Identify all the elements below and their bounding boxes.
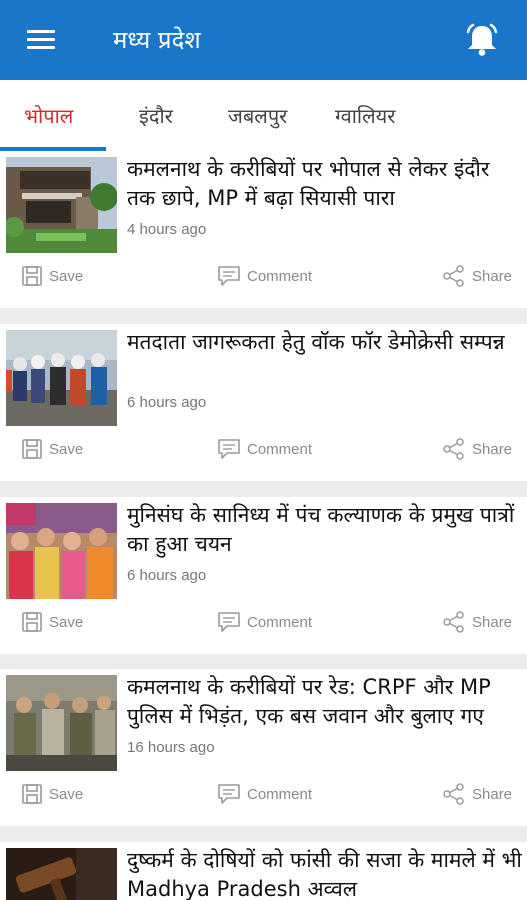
news-time: 16 hours ago: [127, 739, 215, 756]
save-icon: [22, 612, 42, 632]
share-label: Share: [472, 613, 513, 631]
tab-jabalpur[interactable]: जबलपुर: [228, 80, 287, 152]
news-card[interactable]: कमलनाथ के करीबियों पर भोपाल से लेकर इंदौ…: [0, 151, 527, 308]
save-label: Save: [49, 440, 84, 458]
comment-label: Comment: [247, 613, 313, 631]
page-title: मध्य प्रदेश: [113, 26, 201, 54]
comment-button[interactable]: Comment: [217, 605, 312, 639]
share-button[interactable]: Share: [442, 605, 512, 639]
save-button[interactable]: Save: [21, 432, 83, 466]
bell-icon[interactable]: [462, 20, 502, 60]
news-headline[interactable]: कमलनाथ के करीबियों पर भोपाल से लेकर इंदौ…: [127, 155, 522, 213]
comment-label: Comment: [247, 785, 313, 803]
share-icon: [443, 611, 464, 633]
news-time: 6 hours ago: [127, 567, 207, 584]
news-headline[interactable]: कमलनाथ के करीबियों पर रेड: CRPF और MP पु…: [127, 673, 522, 731]
save-button[interactable]: Save: [21, 777, 83, 811]
share-label: Share: [472, 440, 513, 458]
app-bar: मध्य प्रदेश: [0, 0, 527, 80]
share-label: Share: [472, 785, 513, 803]
comment-button[interactable]: Comment: [217, 432, 312, 466]
save-icon: [22, 266, 42, 286]
news-thumbnail[interactable]: [6, 157, 117, 253]
comment-icon: [218, 784, 240, 804]
comment-icon: [218, 439, 240, 459]
save-label: Save: [49, 267, 84, 285]
comment-icon: [218, 612, 240, 632]
share-icon: [443, 265, 464, 287]
menu-icon[interactable]: [22, 24, 56, 56]
share-icon: [443, 783, 464, 805]
news-time: 6 hours ago: [127, 394, 207, 411]
news-time: 4 hours ago: [127, 221, 207, 238]
save-label: Save: [49, 785, 84, 803]
share-button[interactable]: Share: [442, 777, 512, 811]
news-thumbnail[interactable]: [6, 848, 117, 900]
share-icon: [443, 438, 464, 460]
news-card[interactable]: दुष्कर्म के दोषियों को फांसी की सजा के म…: [0, 842, 527, 900]
share-button[interactable]: Share: [442, 259, 512, 293]
save-button[interactable]: Save: [21, 605, 83, 639]
city-tabs: भोपाल इंदौर जबलपुर ग्वालियर: [0, 80, 527, 152]
comment-label: Comment: [247, 267, 313, 285]
news-card[interactable]: मतदाता जागरूकता हेतु वॉक फॉर डेमोक्रेसी …: [0, 324, 527, 481]
news-card[interactable]: कमलनाथ के करीबियों पर रेड: CRPF और MP पु…: [0, 669, 527, 826]
news-thumbnail[interactable]: [6, 330, 117, 426]
news-headline[interactable]: मुनिसंघ के सानिध्य में पंच कल्याणक के प्…: [127, 501, 522, 559]
save-icon: [22, 439, 42, 459]
tab-gwalior[interactable]: ग्वालियर: [335, 80, 395, 152]
tab-bhopal[interactable]: भोपाल: [24, 80, 73, 152]
save-icon: [22, 784, 42, 804]
news-thumbnail[interactable]: [6, 503, 117, 599]
comment-button[interactable]: Comment: [217, 777, 312, 811]
news-card[interactable]: मुनिसंघ के सानिध्य में पंच कल्याणक के प्…: [0, 497, 527, 654]
tab-indore[interactable]: इंदौर: [139, 80, 173, 152]
save-label: Save: [49, 613, 84, 631]
comment-label: Comment: [247, 440, 313, 458]
comment-button[interactable]: Comment: [217, 259, 312, 293]
share-button[interactable]: Share: [442, 432, 512, 466]
news-headline[interactable]: मतदाता जागरूकता हेतु वॉक फॉर डेमोक्रेसी …: [127, 328, 522, 357]
save-button[interactable]: Save: [21, 259, 83, 293]
news-headline[interactable]: दुष्कर्म के दोषियों को फांसी की सजा के म…: [127, 846, 522, 900]
news-thumbnail[interactable]: [6, 675, 117, 771]
comment-icon: [218, 266, 240, 286]
share-label: Share: [472, 267, 513, 285]
